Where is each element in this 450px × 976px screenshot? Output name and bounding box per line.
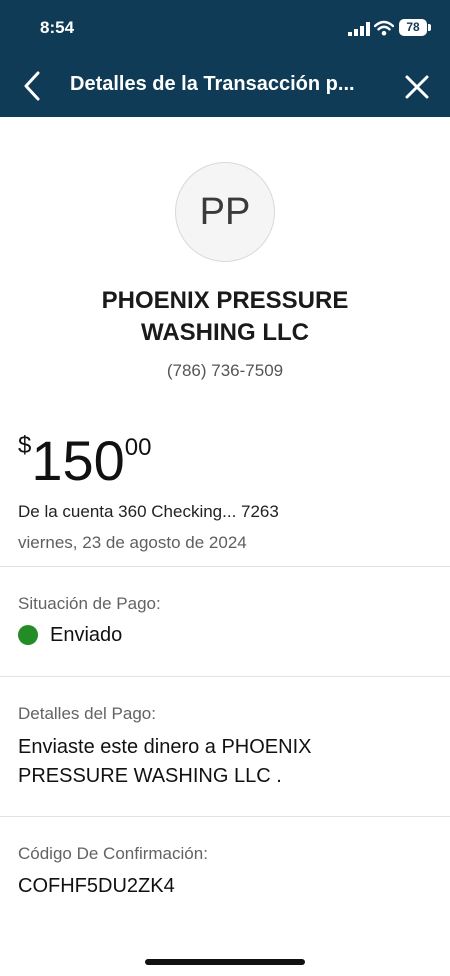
status-bar: 8:54 78 [0, 0, 450, 56]
source-account: De la cuenta 360 Checking... 7263 [18, 502, 279, 521]
page-title: Detalles de la Transacción p... [70, 73, 355, 95]
close-icon[interactable] [402, 72, 432, 102]
payment-details-text: Enviaste este dinero a PHOENIX PRESSURE … [18, 733, 311, 791]
status-time: 8:54 [40, 18, 75, 37]
section-divider [0, 676, 450, 677]
merchant-name-line-2: WASHING LLC [141, 319, 309, 346]
wifi-icon [374, 20, 394, 36]
home-indicator [145, 959, 305, 965]
amount-whole: 150 [31, 429, 125, 492]
merchant-name: PHOENIX PRESSURE WASHING LLC [0, 285, 450, 349]
merchant-phone: (786) 736-7509 [166, 361, 284, 380]
section-divider [0, 566, 450, 567]
battery-tip [428, 24, 431, 31]
payment-details-label: Detalles del Pago: [18, 704, 156, 723]
payment-details-line-2: PRESSURE WASHING LLC . [18, 765, 282, 787]
payment-details-line-1: Enviaste este dinero a PHOENIX [18, 736, 312, 758]
merchant-avatar: PP [175, 162, 275, 262]
section-divider [0, 816, 450, 817]
payment-status-value: Enviado [50, 624, 123, 646]
merchant-name-line-1: PHOENIX PRESSURE [101, 287, 349, 314]
app-header: 8:54 78 Detalles de la Transacción p... [0, 0, 450, 117]
payment-status-label: Situación de Pago: [18, 594, 161, 613]
currency-symbol: $ [18, 432, 32, 459]
amount-cents: 00 [124, 434, 152, 461]
transaction-amount: $15000 [18, 428, 152, 492]
status-dot [18, 625, 38, 645]
battery-indicator: 78 [399, 19, 427, 36]
confirmation-code-label: Código De Confirmación: [18, 844, 208, 863]
chevron-left-icon[interactable] [18, 70, 46, 102]
confirmation-code: COFHF5DU2ZK4 [18, 875, 175, 897]
transaction-date: viernes, 23 de agosto de 2024 [18, 533, 247, 552]
cellular-signal-icon [348, 22, 370, 36]
